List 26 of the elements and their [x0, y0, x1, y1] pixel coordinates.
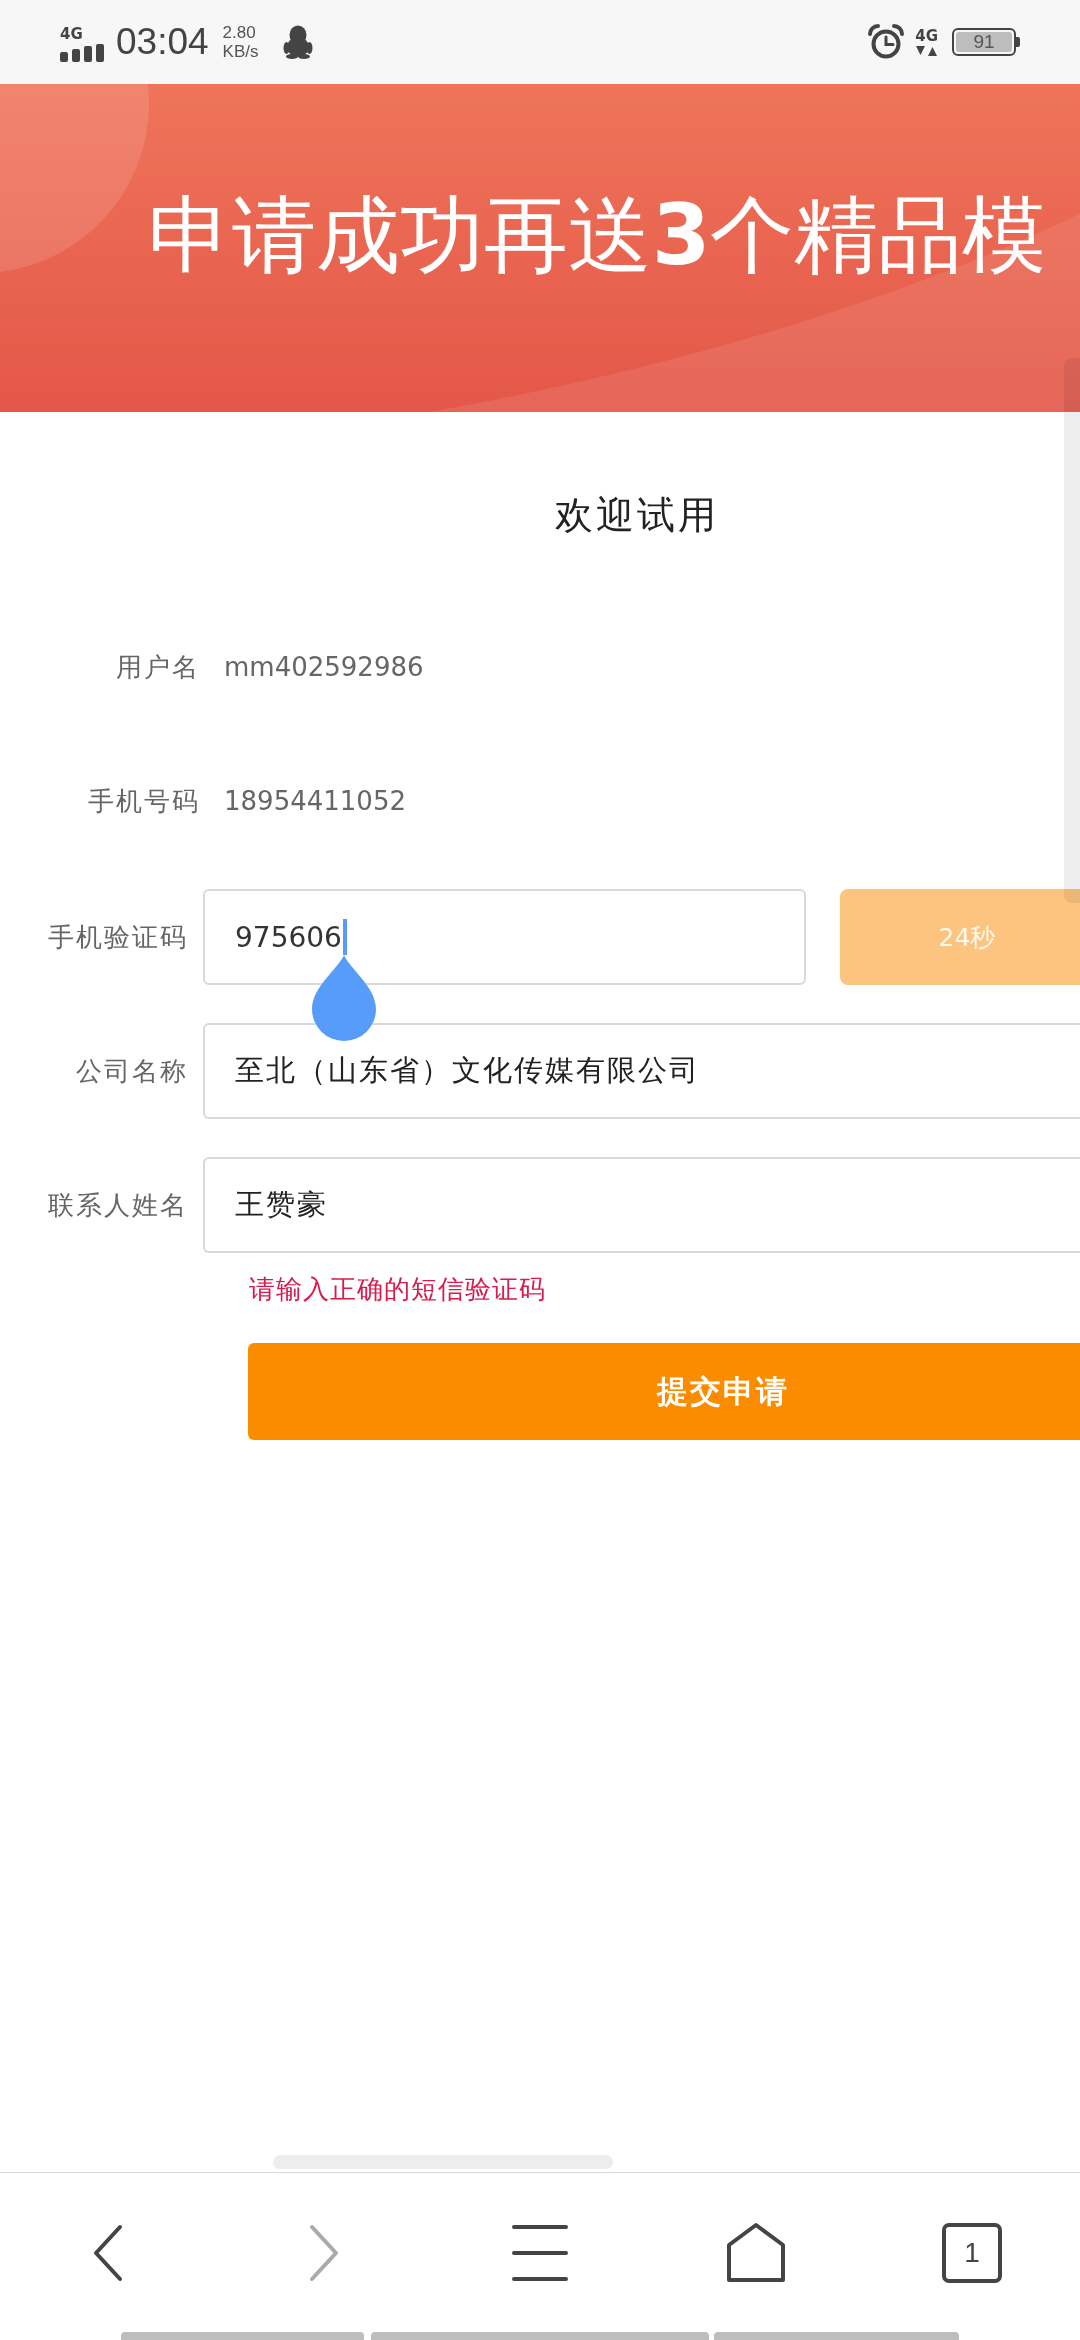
text-input[interactable]: 王赞豪: [203, 1157, 1080, 1253]
field-value: mm402592986: [224, 651, 424, 684]
page-title: 欢迎试用: [555, 492, 719, 539]
banner-text: 申请成功再送3个精品模: [148, 190, 1047, 280]
field-label: 用户名: [116, 651, 200, 684]
cursor-handle-icon[interactable]: [311, 955, 376, 1041]
verification-code-input[interactable]: 975606: [203, 889, 806, 985]
alarm-clock-icon: [867, 23, 906, 61]
network-speed-unit: KB/s: [222, 42, 259, 61]
battery-level-text: 91: [973, 32, 995, 52]
field-value: 18954411052: [224, 785, 406, 818]
text-cursor: [342, 919, 347, 955]
tabs-button[interactable]: 1: [942, 2222, 1002, 2283]
field-label: 联系人姓名: [48, 1189, 188, 1222]
network-type-text: 4G: [915, 28, 938, 44]
network-type-text: 4G: [60, 26, 83, 42]
text-input[interactable]: 至北（山东省）文化传媒有限公司: [203, 1023, 1080, 1119]
penguin-icon: [282, 25, 313, 59]
field-label: 手机验证码: [48, 921, 188, 954]
network-speed-value: 2.80: [222, 23, 257, 42]
field-label: 手机号码: [88, 785, 200, 818]
data-arrows-icon: [915, 46, 938, 56]
error-message: 请输入正确的短信验证码: [249, 1273, 546, 1306]
signal-icon: [60, 44, 104, 62]
clock-time: 03:04: [116, 21, 209, 63]
field-label: 公司名称: [76, 1055, 188, 1088]
